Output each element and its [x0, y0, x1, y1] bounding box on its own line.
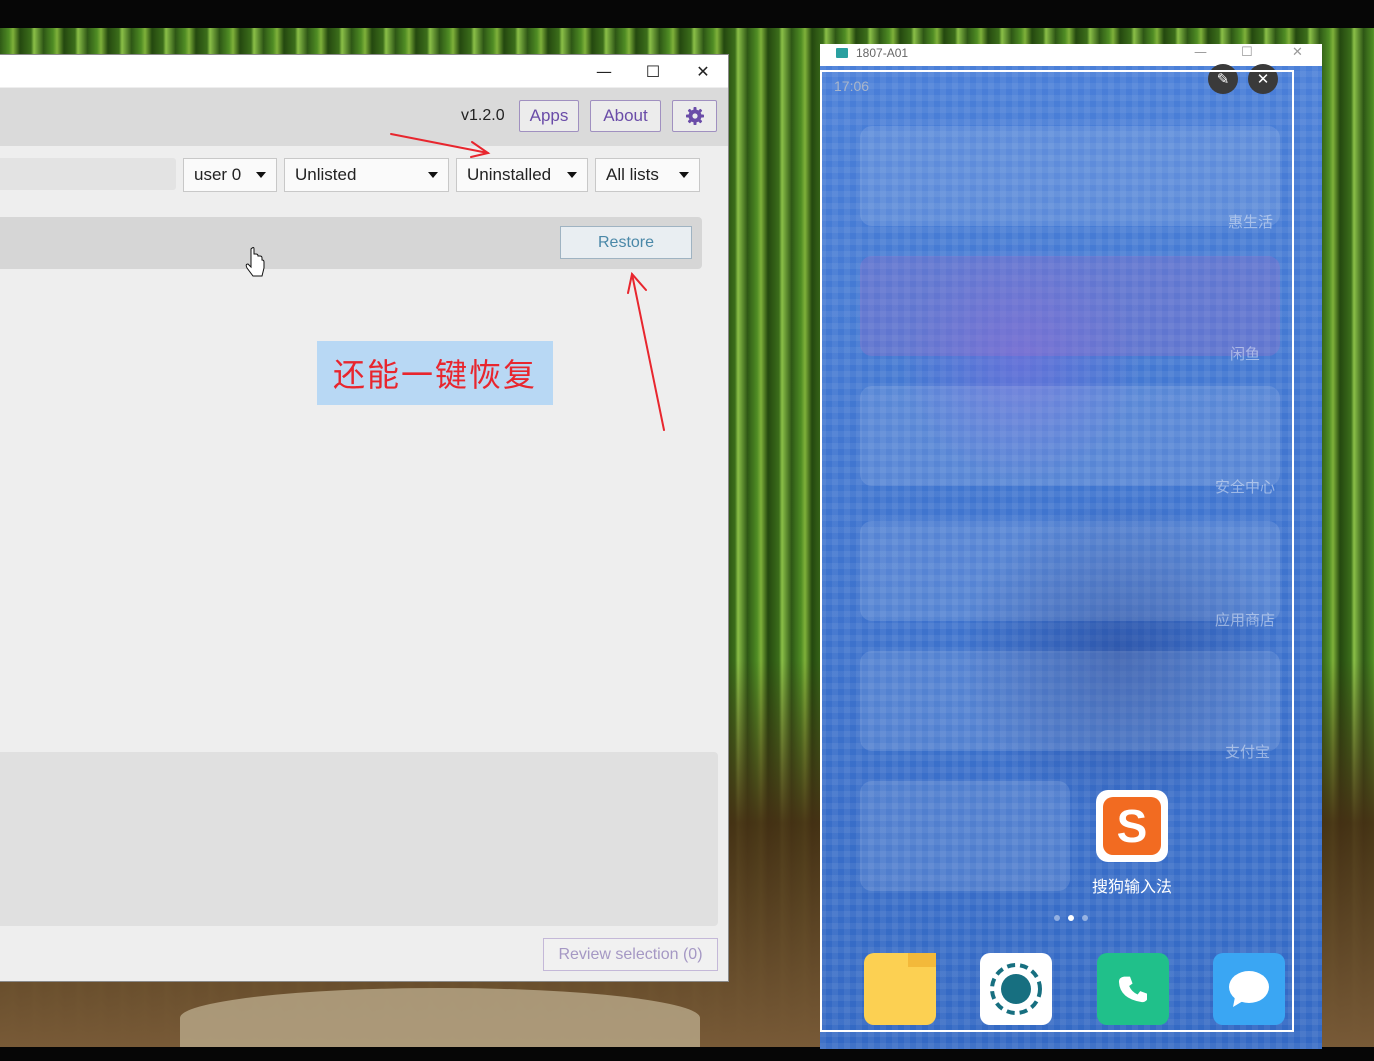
sogou-logo-icon: S — [1103, 797, 1161, 855]
overlay-close-button[interactable]: ✕ — [1248, 64, 1278, 94]
list-state-select[interactable]: Unlisted — [284, 158, 449, 192]
phone-mirror-window: 1807-A01 — ☐ ✕ 17:06 惠生活 闲鱼 安全中心 应用商店 支付… — [820, 44, 1322, 1049]
page-dot-active — [1068, 915, 1074, 921]
phone-app-icon[interactable] — [1097, 953, 1169, 1025]
lists-select[interactable]: All lists — [595, 158, 700, 192]
files-app-icon[interactable] — [864, 953, 936, 1025]
page-dot — [1082, 915, 1088, 921]
review-selection-button[interactable]: Review selection (0) — [543, 938, 718, 971]
list-state-value: Unlisted — [295, 165, 357, 184]
screen-top-bar — [0, 0, 1374, 28]
blurred-widget — [860, 256, 1280, 356]
minimize-button[interactable]: — — [581, 55, 627, 87]
close-icon: ✕ — [696, 61, 710, 81]
edit-button[interactable]: ✎ — [1208, 64, 1238, 94]
blurred-widget — [860, 781, 1070, 891]
phone-title-bar: 1807-A01 — ☐ ✕ — [820, 44, 1322, 67]
chevron-down-icon — [428, 172, 438, 178]
side-label: 闲鱼 — [1230, 345, 1261, 363]
minimize-icon: — — [596, 61, 612, 81]
maximize-icon: ☐ — [645, 61, 661, 81]
side-label: 惠生活 — [1228, 213, 1274, 231]
description-panel — [0, 752, 718, 926]
app-window: — ☐ ✕ v1.2.0 Apps About user 0 Unlisted … — [0, 54, 729, 982]
messages-app-icon[interactable] — [1213, 953, 1285, 1025]
status-time: 17:06 — [834, 78, 870, 94]
phone-close-icon[interactable]: ✕ — [1292, 45, 1303, 60]
blurred-widget — [860, 521, 1280, 621]
user-select-value: user 0 — [194, 165, 242, 184]
gear-icon — [685, 107, 704, 125]
blurred-widget — [860, 126, 1280, 226]
title-bar: — ☐ ✕ — [0, 55, 728, 87]
page-dot — [1054, 915, 1060, 921]
phone-screen[interactable]: 17:06 惠生活 闲鱼 安全中心 应用商店 支付宝 — [820, 66, 1322, 1049]
pencil-icon: ✎ — [1216, 70, 1230, 88]
chat-bubble-icon — [1229, 971, 1269, 1007]
install-state-select[interactable]: Uninstalled — [456, 158, 588, 192]
chevron-down-icon — [679, 172, 689, 178]
annotation-label: 还能一键恢复 — [317, 341, 553, 405]
blurred-widget — [860, 386, 1280, 486]
camera-icon — [990, 963, 1042, 1015]
version-label: v1.2.0 — [461, 107, 505, 124]
chevron-down-icon — [256, 172, 266, 178]
close-button[interactable]: ✕ — [680, 55, 726, 87]
apps-button[interactable]: Apps — [519, 100, 579, 132]
camera-app-icon[interactable] — [980, 953, 1052, 1025]
side-label: 应用商店 — [1215, 611, 1276, 629]
phone-icon — [1118, 976, 1147, 1003]
install-state-value: Uninstalled — [467, 165, 552, 184]
phone-window-title: 1807-A01 — [856, 46, 909, 60]
lists-value: All lists — [606, 165, 659, 184]
close-icon: ✕ — [1256, 70, 1270, 88]
folder-icon — [908, 953, 936, 967]
wallpaper-path — [180, 988, 700, 1048]
chevron-down-icon — [567, 172, 577, 178]
settings-button[interactable] — [672, 100, 717, 132]
blurred-widget — [860, 651, 1280, 751]
maximize-button[interactable]: ☐ — [630, 55, 676, 87]
restore-button[interactable]: Restore — [560, 226, 692, 259]
phone-maximize-icon[interactable]: ☐ — [1241, 45, 1253, 60]
about-button[interactable]: About — [590, 100, 661, 132]
side-label: 安全中心 — [1215, 478, 1276, 496]
phone-minimize-icon[interactable]: — — [1194, 45, 1207, 60]
page-indicator — [1054, 915, 1088, 921]
side-label: 支付宝 — [1225, 743, 1271, 761]
search-input[interactable] — [0, 158, 176, 190]
sogou-app-label: 搜狗输入法 — [1091, 877, 1172, 896]
phone-app-icon — [836, 48, 848, 58]
screen-bottom-bar — [0, 1047, 1374, 1061]
sogou-app-icon[interactable]: S — [1096, 790, 1168, 862]
user-select[interactable]: user 0 — [183, 158, 277, 192]
